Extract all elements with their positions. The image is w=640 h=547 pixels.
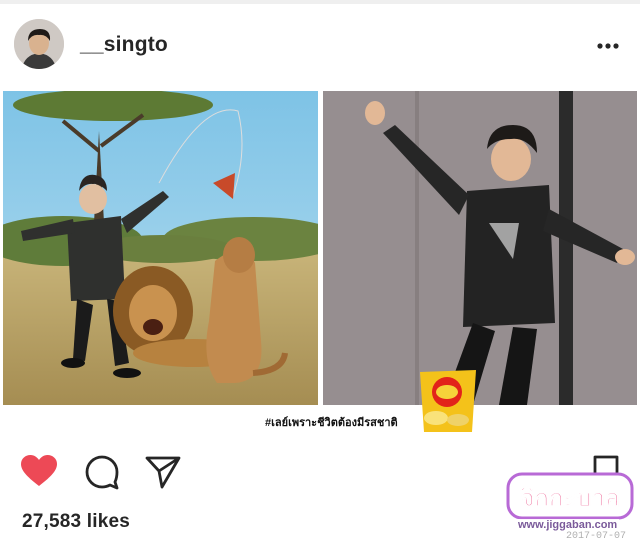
username[interactable]: __singto xyxy=(80,33,168,57)
hashtag-caption[interactable]: #เลย์เพราะชีวิตต้องมีรสชาติ xyxy=(265,413,398,431)
svg-text:จิกกะบาล: จิกกะบาล xyxy=(520,484,619,512)
watermark-date: 2017-07-07 xyxy=(566,531,627,542)
heart-icon[interactable] xyxy=(20,454,58,493)
savanna-photo xyxy=(3,91,318,405)
chips-bag-image xyxy=(414,368,482,434)
more-options-icon[interactable] xyxy=(595,39,621,53)
wall-photo xyxy=(323,91,637,405)
watermark-url: www.jiggaban.com xyxy=(516,519,620,531)
avatar[interactable] xyxy=(14,19,64,69)
comment-icon[interactable] xyxy=(84,454,120,495)
send-icon[interactable] xyxy=(144,454,182,495)
likes-count[interactable]: 27,583 likes xyxy=(22,511,130,533)
post-header: __singto xyxy=(0,4,640,86)
post-image[interactable]: #เลย์เพราะชีวิตต้องมีรสชาติ xyxy=(0,86,640,438)
